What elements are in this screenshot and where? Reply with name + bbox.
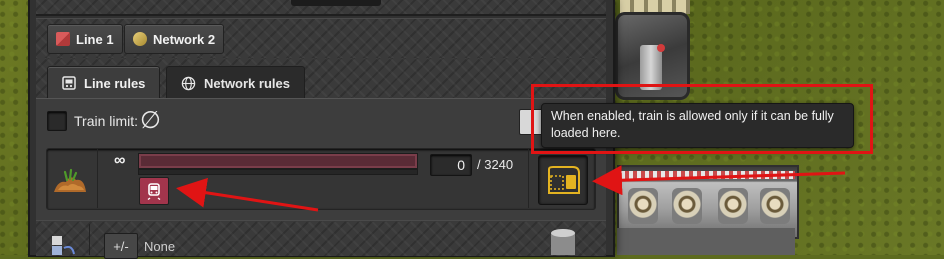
- divider: [528, 148, 529, 208]
- line-icon: [56, 32, 70, 46]
- globe-icon: [181, 76, 196, 90]
- tab-line-rules-label: Line rules: [84, 75, 146, 91]
- barrel-icon: [760, 188, 790, 224]
- barrel-icon: [672, 188, 702, 224]
- line-chip-label: Line 1: [76, 31, 114, 47]
- train-limit-label: Train limit:: [74, 113, 139, 129]
- wagon-base: [617, 228, 795, 255]
- barrel-icon: [551, 229, 575, 255]
- train-limit-value[interactable]: ∅: [140, 106, 161, 135]
- barrel-icon: [718, 188, 748, 224]
- panel-header-strip: [36, 0, 606, 16]
- infinity-symbol: ∞: [114, 152, 126, 169]
- full-load-icon: [548, 166, 580, 194]
- line-chip[interactable]: Line 1: [47, 24, 123, 54]
- network-chip-label: Network 2: [153, 31, 216, 47]
- tab-line-rules[interactable]: Line rules: [47, 66, 161, 99]
- network-chip[interactable]: Network 2: [124, 24, 225, 54]
- barrel-icon: [628, 188, 658, 224]
- request-progress-track: [138, 169, 418, 175]
- wagon-rail: [617, 171, 795, 179]
- tab-network-rules-label: Network rules: [204, 75, 290, 91]
- ore-pile-icon: [54, 168, 86, 192]
- circuit-icon: [52, 236, 75, 255]
- plus-minus-button[interactable]: +/-: [104, 233, 138, 259]
- full-load-toggle-button[interactable]: [538, 155, 588, 205]
- request-progress-bar: [138, 153, 418, 169]
- tank-indicator: [657, 44, 665, 52]
- train-filter-button[interactable]: [139, 177, 169, 205]
- count-input[interactable]: 0: [430, 154, 472, 176]
- train-schedule-icon: [62, 76, 76, 90]
- divider: [89, 224, 90, 255]
- none-label: None: [144, 239, 176, 254]
- divider: [97, 148, 98, 208]
- train-icon: [147, 183, 161, 200]
- train-limit-checkbox[interactable]: [47, 111, 67, 131]
- network-icon: [133, 32, 147, 46]
- highlight-box: [531, 84, 873, 154]
- tab-network-rules[interactable]: Network rules: [166, 66, 305, 99]
- count-total: / 3240: [477, 157, 514, 172]
